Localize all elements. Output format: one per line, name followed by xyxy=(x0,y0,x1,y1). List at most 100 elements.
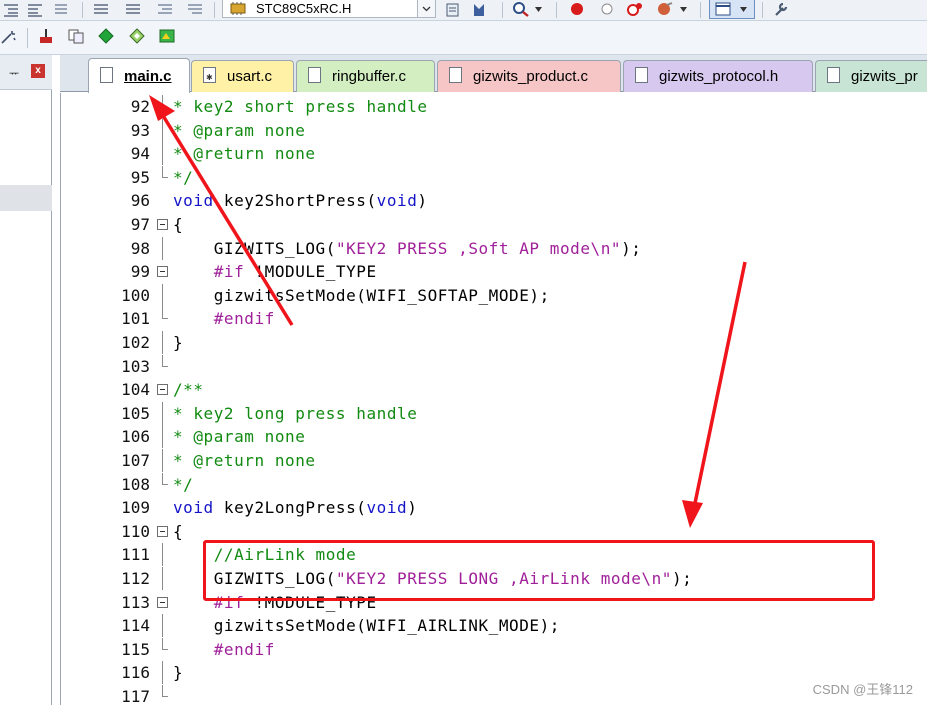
code-line[interactable]: 103 xyxy=(60,354,927,378)
wrench-icon[interactable] xyxy=(772,1,790,17)
tab-gizwits-product-c[interactable]: gizwits_product.c xyxy=(437,60,621,92)
bookmark-next-icon[interactable] xyxy=(124,2,142,18)
project-tree-selected-row[interactable] xyxy=(0,185,52,211)
debug-search-icon[interactable] xyxy=(512,1,530,17)
tab-main-c[interactable]: main.c xyxy=(88,58,190,93)
code-text: #endif xyxy=(173,307,275,330)
code-text: * @param none xyxy=(173,425,305,448)
fold-end-guide xyxy=(162,472,168,485)
breakpoint-disable-icon[interactable] xyxy=(598,1,616,17)
code-line[interactable]: 92 * key2 short press handle xyxy=(60,95,927,118)
bookmark-toggle-icon[interactable] xyxy=(186,2,204,18)
indent-icon[interactable] xyxy=(2,2,20,18)
project-panel: ᅲ x xyxy=(0,55,52,705)
code-line[interactable]: 117 xyxy=(60,685,927,705)
fold-collapse-icon[interactable] xyxy=(157,384,168,396)
breakpoint-clear-icon[interactable] xyxy=(656,1,674,17)
chevron-down-icon[interactable] xyxy=(680,7,687,12)
diamond-green-icon[interactable] xyxy=(97,28,115,44)
tab-gizwits-pr[interactable]: gizwits_pr xyxy=(815,60,927,92)
code-text: * @param none xyxy=(173,119,305,142)
fold-marker[interactable] xyxy=(157,260,168,283)
line-number: 117 xyxy=(121,687,150,705)
code-token: void xyxy=(173,498,214,518)
cut-icon[interactable] xyxy=(37,28,55,44)
code-line[interactable]: 102} xyxy=(60,331,927,354)
code-line[interactable]: 98 GIZWITS_LOG("KEY2 PRESS ,Soft AP mode… xyxy=(60,236,927,260)
device-select[interactable]: STC89C5xRC.H xyxy=(222,0,436,18)
code-line[interactable]: 107 * @return none xyxy=(60,449,927,472)
breakpoint-kill-icon[interactable] xyxy=(626,1,644,17)
tab-ringbuffer-c[interactable]: ringbuffer.c xyxy=(296,60,435,92)
diamond-outline-icon[interactable] xyxy=(128,28,146,44)
breakpoint-icon[interactable] xyxy=(568,1,586,17)
code-line[interactable]: 99 #if !MODULE_TYPE xyxy=(60,260,927,283)
code-line[interactable]: 105 * key2 long press handle xyxy=(60,401,927,425)
code-token: void xyxy=(173,191,214,211)
code-line[interactable]: 93 * @param none xyxy=(60,118,927,142)
close-icon[interactable]: x xyxy=(31,64,45,78)
chevron-down-icon[interactable] xyxy=(417,0,435,17)
line-number: 107 xyxy=(121,451,150,470)
code-token: * @return none xyxy=(173,144,316,164)
fold-collapse-icon[interactable] xyxy=(157,525,168,537)
bookmark-clear-icon[interactable] xyxy=(156,2,174,18)
code-line[interactable]: 95 */ xyxy=(60,165,927,189)
code-line[interactable]: 96 void key2ShortPress(void) xyxy=(60,189,927,212)
line-number: 114 xyxy=(121,616,150,636)
code-text: } xyxy=(173,661,183,684)
copy-icon[interactable] xyxy=(67,28,85,44)
code-token: ); xyxy=(621,238,642,258)
toolbar-file xyxy=(0,21,927,55)
fold-marker xyxy=(157,661,168,685)
pin-icon[interactable]: ᅲ xyxy=(9,65,19,81)
code-token: !MODULE_TYPE xyxy=(244,262,377,282)
code-text: void key2LongPress(void) xyxy=(173,496,417,519)
fold-collapse-icon[interactable] xyxy=(157,266,168,278)
code-token: ) xyxy=(407,498,418,518)
code-line[interactable]: 108 */ xyxy=(60,472,927,496)
code-token: GIZWITS_LOG( xyxy=(173,238,336,258)
fold-marker[interactable] xyxy=(157,213,168,236)
code-line[interactable]: 109 void key2LongPress(void) xyxy=(60,496,927,519)
code-line[interactable]: 104 /** xyxy=(60,378,927,401)
fold-guide xyxy=(162,543,163,567)
code-text: } xyxy=(173,331,183,354)
chevron-down-icon[interactable] xyxy=(535,7,542,12)
chip-icon xyxy=(230,2,246,15)
target-options-icon[interactable] xyxy=(444,2,462,18)
bookmark-prev-icon[interactable] xyxy=(92,2,110,18)
toolbar-separator xyxy=(762,2,763,18)
fold-marker[interactable] xyxy=(157,591,168,614)
fold-end-guide xyxy=(162,637,168,650)
tab-gizwits-protocol-h[interactable]: gizwits_protocol.h xyxy=(623,60,813,92)
manage-components-icon[interactable] xyxy=(470,2,488,18)
code-line[interactable]: 97 { xyxy=(60,213,927,236)
code-line[interactable]: 100 gizwitsSetMode(WIFI_SOFTAP_MODE); xyxy=(60,283,927,307)
tab-usart-c[interactable]: ✱ usart.c xyxy=(191,60,294,92)
fold-marker[interactable] xyxy=(157,378,168,401)
code-line[interactable]: 101 #endif xyxy=(60,307,927,330)
code-line[interactable]: 115 #endif xyxy=(60,637,927,661)
fold-marker xyxy=(157,496,168,519)
pack-installer-icon[interactable] xyxy=(158,28,176,44)
code-text: #if !MODULE_TYPE xyxy=(173,260,377,283)
fold-marker xyxy=(157,283,168,307)
code-editor[interactable]: main.c ✱ usart.c ringbuffer.c gizwits_pr… xyxy=(60,55,927,705)
fold-marker xyxy=(157,637,168,661)
code-line[interactable]: 94 * @return none xyxy=(60,142,927,166)
fold-guide xyxy=(162,614,163,638)
fold-marker[interactable] xyxy=(157,520,168,543)
fold-collapse-icon[interactable] xyxy=(157,219,168,230)
line-number: 116 xyxy=(121,663,150,683)
window-layout-button[interactable] xyxy=(709,0,755,19)
toolbar-separator xyxy=(502,2,503,18)
comment-icon[interactable] xyxy=(52,2,70,18)
code-text: { xyxy=(173,213,183,236)
magic-wand-icon[interactable] xyxy=(0,29,18,45)
outdent-icon[interactable] xyxy=(26,2,44,18)
code-line[interactable]: 114 gizwitsSetMode(WIFI_AIRLINK_MODE); xyxy=(60,614,927,638)
code-line[interactable]: 106 * @param none xyxy=(60,425,927,449)
code-line[interactable]: 116} xyxy=(60,661,927,685)
fold-collapse-icon[interactable] xyxy=(157,596,168,608)
